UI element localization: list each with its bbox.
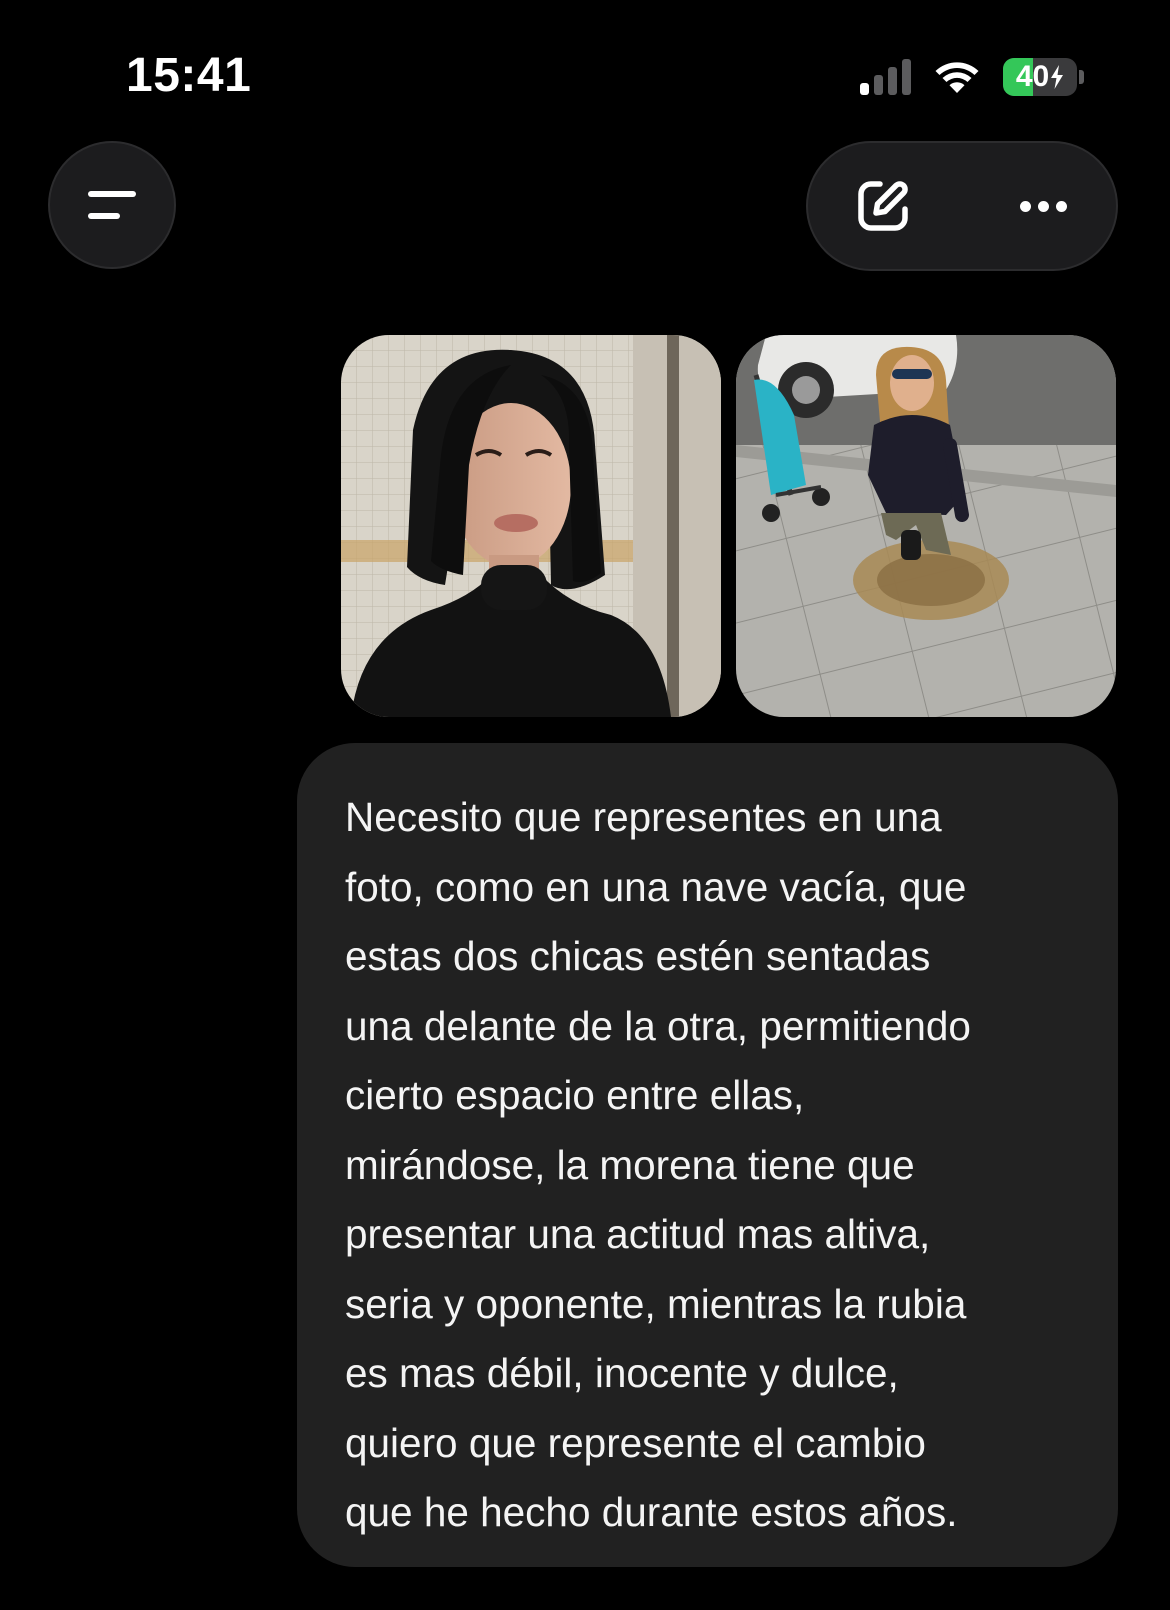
brunette-woman-photo (341, 335, 721, 717)
user-message-text: Necesito que representes en una foto, co… (345, 794, 971, 1535)
image-attachment-2[interactable] (736, 335, 1116, 717)
image-attachment-1[interactable] (341, 335, 721, 717)
more-options-button[interactable] (1008, 171, 1078, 241)
status-icons: 40 (860, 56, 1084, 98)
wifi-icon (933, 59, 981, 95)
sidebar-menu-button[interactable] (48, 141, 176, 269)
battery-icon: 40 (1003, 58, 1084, 96)
status-time: 15:41 (126, 49, 252, 102)
blonde-woman-photo (736, 335, 1116, 717)
user-message-bubble: Necesito que representes en una foto, co… (297, 743, 1118, 1567)
header-actions (806, 141, 1118, 271)
new-chat-button[interactable] (848, 171, 918, 241)
new-chat-edit-icon (858, 181, 908, 231)
battery-percent: 40 (1015, 60, 1050, 93)
charging-bolt-icon (1051, 65, 1064, 89)
chat-screen: 15:41 40 Necesito que representes en una… (0, 0, 1170, 1610)
menu-icon (88, 191, 136, 219)
cellular-signal-icon (860, 59, 911, 95)
